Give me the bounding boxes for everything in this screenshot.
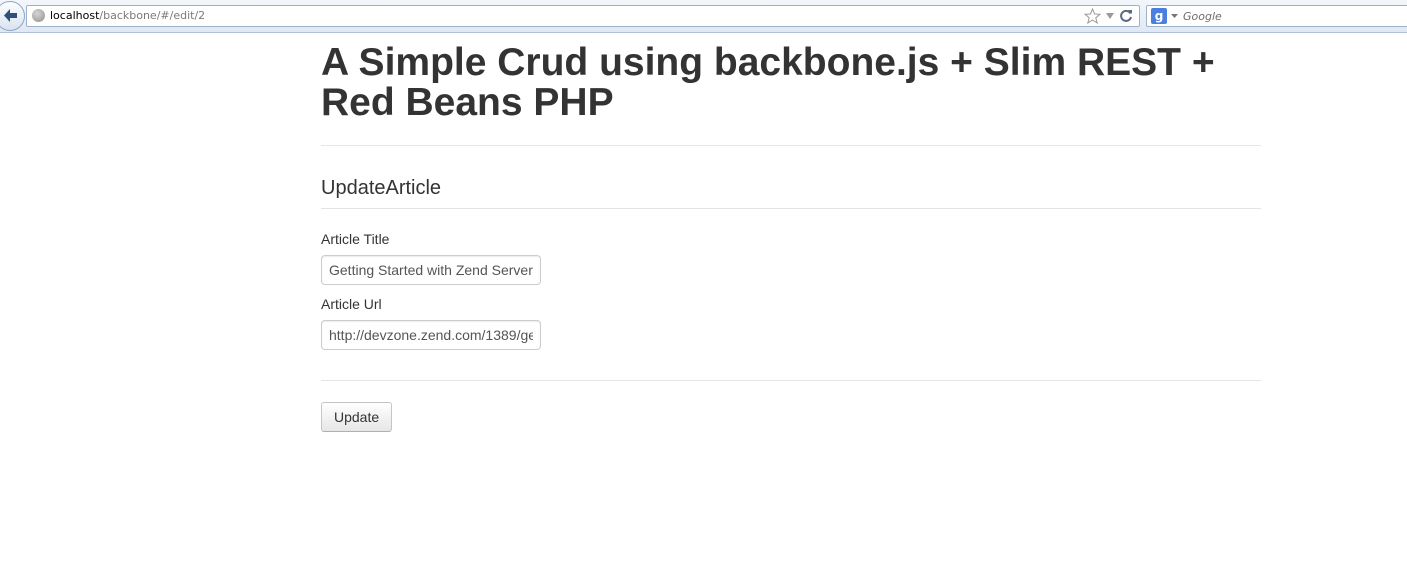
page-title: A Simple Crud using backbone.js + Slim R… [321, 41, 1215, 124]
search-placeholder: Google [1183, 10, 1222, 23]
url-host: localhost [50, 9, 100, 22]
article-title-input[interactable] [321, 255, 541, 285]
address-bar[interactable]: localhost/backbone/#/edit/2 [26, 5, 1140, 27]
article-url-input[interactable] [321, 320, 541, 350]
section-title: UpdateArticle [321, 177, 442, 199]
history-dropdown-icon[interactable] [1105, 12, 1115, 20]
form-actions-divider [321, 380, 1261, 381]
address-text[interactable]: localhost/backbone/#/edit/2 [50, 9, 205, 23]
bookmark-star-icon[interactable] [1084, 8, 1101, 24]
article-url-label: Article Url [321, 296, 382, 312]
page-container: A Simple Crud using backbone.js + Slim R… [321, 33, 1261, 432]
reload-icon[interactable] [1119, 9, 1133, 23]
globe-icon [32, 9, 45, 22]
url-path: /backbone/#/edit/2 [99, 9, 206, 22]
update-button[interactable]: Update [321, 402, 393, 432]
back-arrow-icon [4, 9, 17, 22]
google-icon[interactable]: g [1151, 8, 1167, 24]
section-divider [321, 208, 1261, 209]
article-title-label: Article Title [321, 231, 390, 247]
chevron-down-icon[interactable] [1171, 14, 1178, 19]
search-bar[interactable]: g Google [1146, 5, 1407, 27]
browser-toolbar: localhost/backbone/#/edit/2 g Google [0, 0, 1407, 33]
back-button[interactable] [0, 1, 25, 31]
